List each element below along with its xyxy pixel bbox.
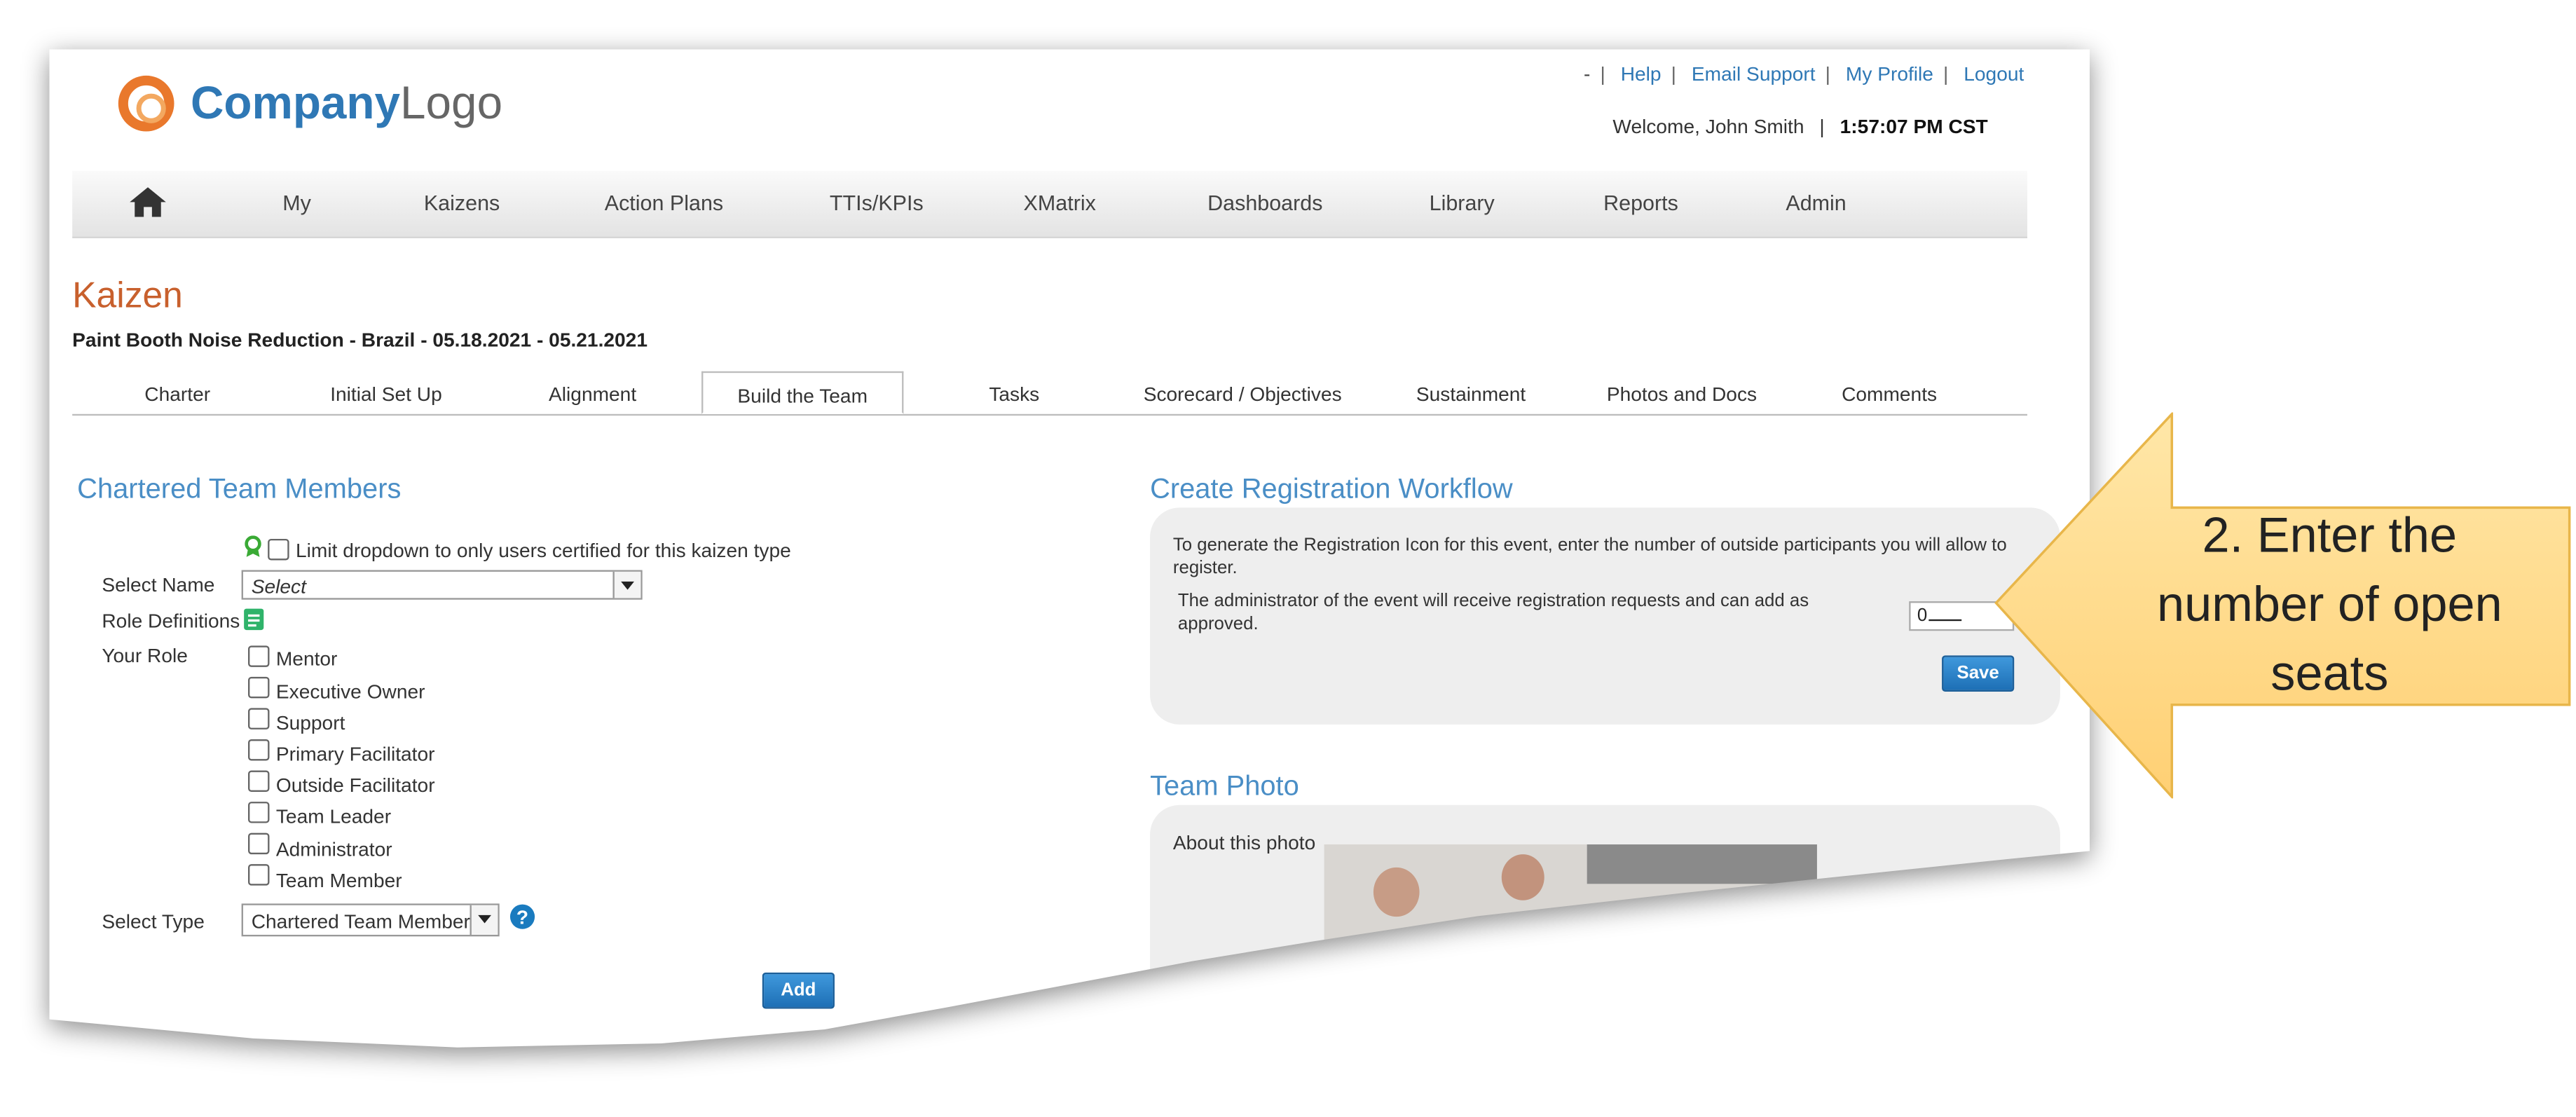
- team-form: Limit dropdown to only users certified f…: [75, 516, 848, 1042]
- main-navbar: My Kaizens Action Plans TTIs/KPIs XMatri…: [72, 170, 2027, 238]
- help-link[interactable]: Help: [1621, 62, 1662, 85]
- role-label-outside-facilitator: Outside Facilitator: [275, 774, 435, 797]
- my-profile-link[interactable]: My Profile: [1846, 62, 1933, 85]
- kaizen-tabs: Charter Initial Set Up Alignment Build t…: [72, 371, 2027, 416]
- photo-person-head: [1501, 854, 1544, 900]
- logout-link[interactable]: Logout: [1964, 62, 2024, 85]
- photo-person-head: [1373, 867, 1420, 917]
- role-label-executive-owner: Executive Owner: [275, 680, 425, 704]
- tab-tasks[interactable]: Tasks: [989, 383, 1039, 406]
- logo-text-light: Logo: [400, 77, 503, 128]
- chevron-down-icon: [612, 571, 641, 598]
- kaizen-subtitle: Paint Booth Noise Reduction - Brazil - 0…: [72, 328, 648, 352]
- role-label-team-member: Team Member: [275, 869, 402, 893]
- nav-xmatrix[interactable]: XMatrix: [1024, 191, 1096, 215]
- welcome-line: Welcome, John Smith | 1:57:07 PM CST: [1612, 115, 1988, 138]
- callout-instruction: 2. Enter the number of open seats: [2157, 509, 2502, 702]
- svg-text:?: ?: [516, 907, 528, 928]
- open-seats-value: 0: [1917, 606, 1928, 626]
- limit-dropdown-checkbox[interactable]: [268, 538, 289, 561]
- nav-kaizens[interactable]: Kaizens: [424, 191, 500, 215]
- registration-description: To generate the Registration Icon for th…: [1172, 535, 2007, 579]
- logo-ring-icon: [118, 75, 174, 132]
- role-checkbox-executive-owner[interactable]: [248, 676, 270, 699]
- limit-dropdown-label: Limit dropdown to only users certified f…: [295, 538, 791, 562]
- role-label-team-leader: Team Leader: [275, 804, 392, 828]
- role-checkbox-mentor[interactable]: [248, 645, 270, 667]
- nav-action-plans[interactable]: Action Plans: [605, 191, 723, 215]
- role-checkbox-team-member[interactable]: [248, 864, 270, 886]
- your-role-label: Your Role: [102, 644, 188, 667]
- nav-library[interactable]: Library: [1430, 191, 1495, 215]
- select-type-label: Select Type: [102, 910, 205, 933]
- registration-section-title: Create Registration Workflow: [1150, 473, 1513, 505]
- top-links: - | Help | Email Support | My Profile | Logo…: [1584, 62, 2025, 85]
- tab-sustainment[interactable]: Sustainment: [1416, 383, 1526, 406]
- role-label-primary-facilitator: Primary Facilitator: [275, 742, 435, 766]
- nav-dashboards[interactable]: Dashboards: [1207, 191, 1322, 215]
- tab-build-the-team[interactable]: Build the Team: [701, 371, 904, 414]
- select-name-value: Select: [251, 575, 306, 598]
- certified-ribbon-icon: [245, 535, 261, 557]
- add-button[interactable]: Add: [762, 972, 835, 1009]
- page-title: Kaizen: [72, 274, 183, 316]
- role-label-support: Support: [275, 711, 345, 734]
- help-question-icon[interactable]: ?: [509, 903, 536, 930]
- tab-alignment[interactable]: Alignment: [549, 383, 636, 406]
- role-checkbox-support[interactable]: [248, 708, 270, 729]
- nav-my[interactable]: My: [282, 191, 311, 215]
- select-name-dropdown[interactable]: Select: [241, 570, 643, 600]
- team-photo-image[interactable]: [1324, 844, 1817, 1048]
- company-logo[interactable]: CompanyLogo: [118, 75, 503, 132]
- nav-ttis-kpis[interactable]: TTIs/KPIs: [830, 191, 924, 215]
- role-checkbox-outside-facilitator[interactable]: [248, 770, 270, 793]
- email-support-link[interactable]: Email Support: [1692, 62, 1816, 85]
- home-icon[interactable]: [128, 186, 167, 219]
- role-label-administrator: Administrator: [275, 837, 392, 861]
- registration-panel: To generate the Registration Icon for th…: [1150, 507, 2060, 725]
- role-checkbox-administrator[interactable]: [248, 832, 270, 855]
- team-photo-panel: About this photo: [1150, 804, 2060, 1048]
- tab-comments[interactable]: Comments: [1842, 383, 1937, 406]
- about-photo-label: About this photo: [1172, 831, 1316, 855]
- tab-scorecard-objectives[interactable]: Scorecard / Objectives: [1144, 383, 1342, 406]
- nav-admin[interactable]: Admin: [1786, 191, 1846, 215]
- role-definitions-doc-icon[interactable]: [243, 608, 264, 631]
- team-photo-title: Team Photo: [1150, 770, 1299, 802]
- nav-reports[interactable]: Reports: [1603, 191, 1678, 215]
- role-checkbox-team-leader[interactable]: [248, 802, 270, 823]
- role-definitions-label: Role Definitions: [102, 609, 240, 633]
- role-checkbox-primary-facilitator[interactable]: [248, 739, 270, 761]
- welcome-text: Welcome, John Smith: [1612, 115, 1804, 138]
- tab-photos-and-docs[interactable]: Photos and Docs: [1607, 383, 1757, 406]
- logo-text-bold: Company: [190, 77, 401, 128]
- select-name-label: Select Name: [102, 573, 215, 597]
- clock-time: 1:57:07 PM CST: [1839, 115, 1988, 138]
- role-label-mentor: Mentor: [275, 647, 338, 671]
- team-section-title: Chartered Team Members: [77, 473, 402, 505]
- select-type-dropdown[interactable]: Chartered Team Member: [241, 903, 500, 937]
- top-link-dash: -: [1584, 62, 1591, 85]
- photo-background: [1587, 844, 1817, 884]
- tab-charter[interactable]: Charter: [144, 383, 210, 406]
- chevron-down-icon: [470, 905, 498, 935]
- app-page: CompanyLogo - | Help | Email Support | My P…: [49, 49, 2090, 1048]
- select-type-value: Chartered Team Member: [251, 910, 470, 933]
- tab-initial-set-up[interactable]: Initial Set Up: [330, 383, 442, 406]
- registration-admin-note: The administrator of the event will rece…: [1177, 591, 1809, 634]
